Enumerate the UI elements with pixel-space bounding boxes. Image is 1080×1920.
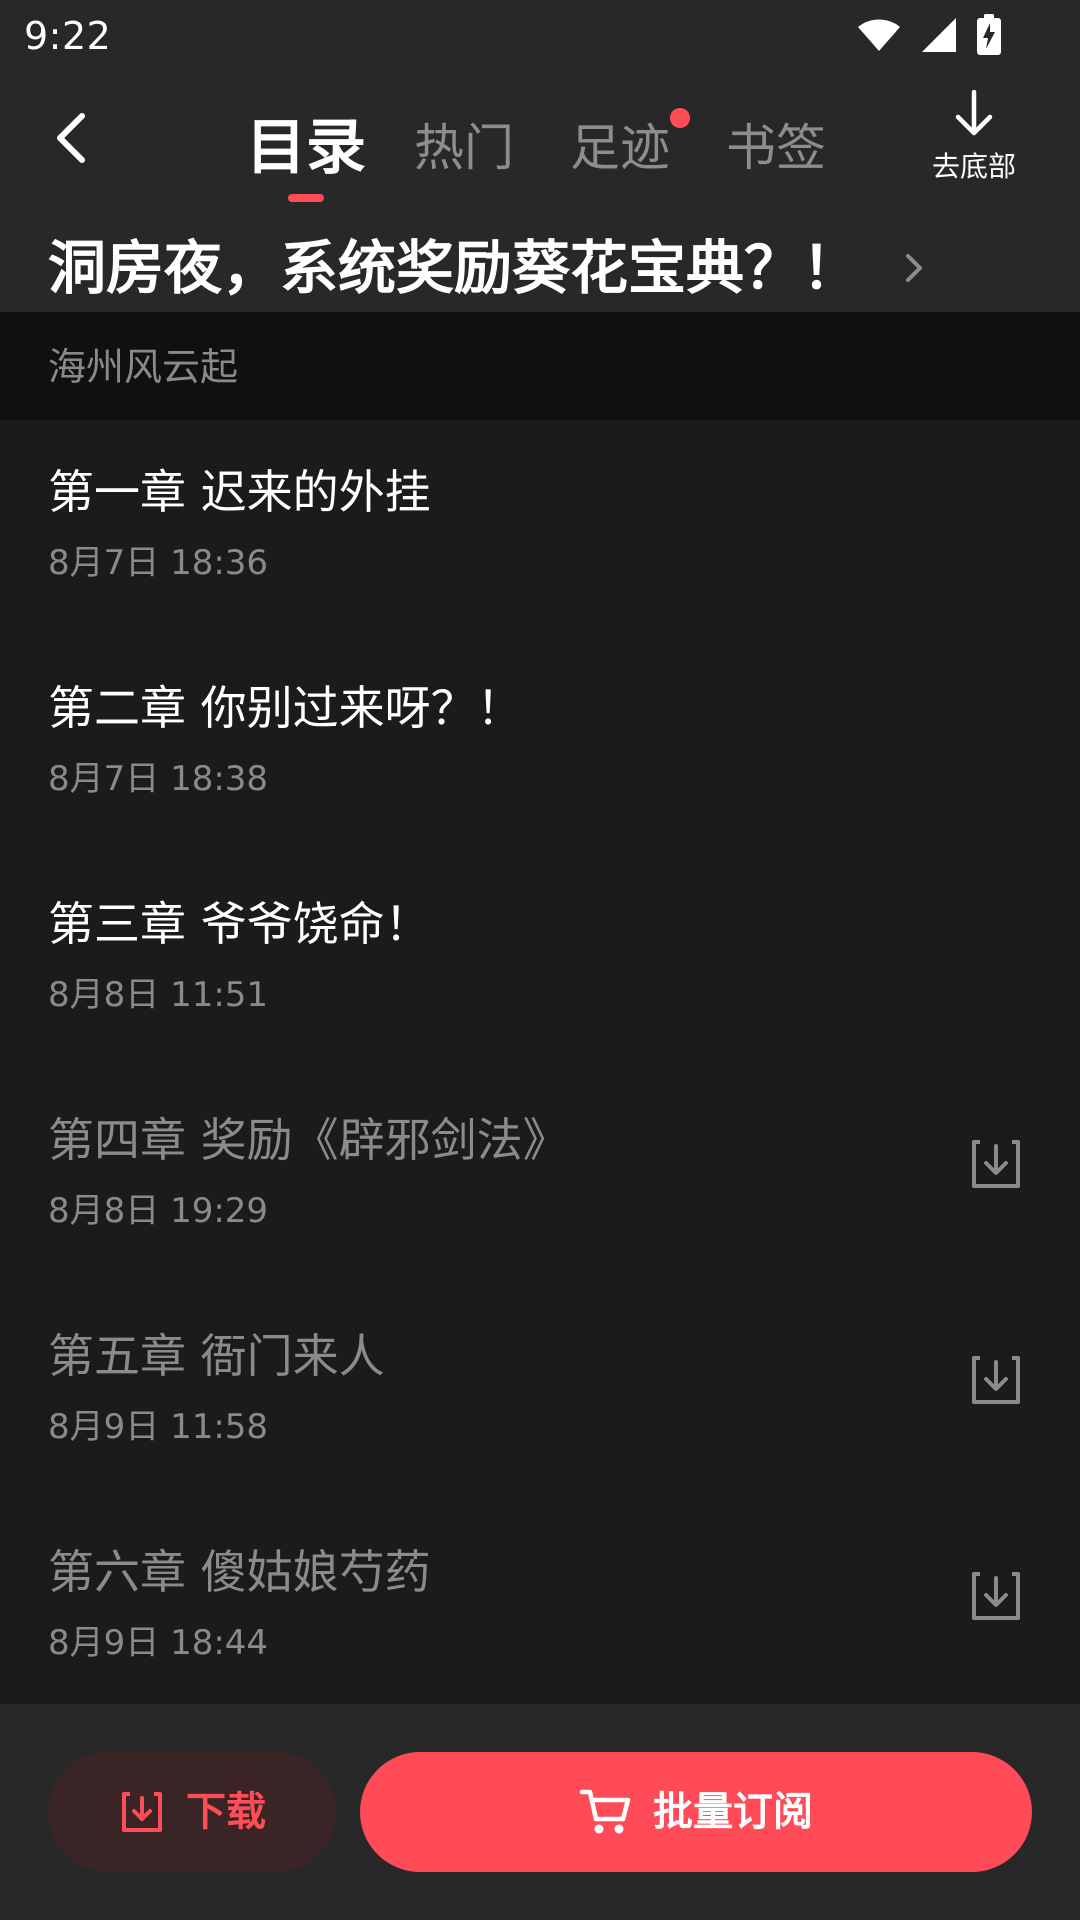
bottom-action-bar: 下载 批量订阅 — [0, 1704, 1080, 1920]
tab-catalog[interactable]: 目录 — [246, 98, 366, 198]
book-title: 洞房夜，系统奖励葵花宝典？！ — [48, 234, 861, 302]
chevron-right-icon — [906, 254, 922, 282]
download-chapter-icon[interactable] — [966, 1566, 1026, 1626]
back-button[interactable] — [36, 104, 104, 172]
status-time: 9:22 — [24, 14, 112, 58]
chapter-title: 第三章 爷爷饶命！ — [48, 897, 431, 951]
chapter-time: 8月9日 11:58 — [48, 1407, 269, 1447]
chapter-time: 8月7日 18:36 — [48, 543, 269, 583]
chapter-title: 第二章 你别过来呀？！ — [48, 681, 523, 735]
download-label: 下载 — [186, 1789, 266, 1835]
download-icon — [122, 1792, 162, 1832]
tab-history[interactable]: 足迹 — [570, 98, 670, 198]
chapter-item[interactable]: 第五章 衙门来人 8月9日 11:58 — [0, 1284, 1080, 1500]
chapter-catalog-screen: 9:22 目录 热门 足迹 书签 去底部 洞房夜，系统奖励葵花宝典？！ 海州风云… — [0, 0, 1080, 1920]
chapter-time: 8月8日 19:29 — [48, 1191, 269, 1231]
status-icons — [856, 14, 1002, 56]
wifi-icon — [858, 19, 900, 51]
chevron-left-icon — [57, 113, 85, 163]
chapter-time: 8月8日 11:51 — [48, 975, 269, 1015]
chapter-item[interactable]: 第三章 爷爷饶命！ 8月8日 11:51 — [0, 852, 1080, 1068]
batch-subscribe-button[interactable]: 批量订阅 — [360, 1752, 1032, 1872]
go-to-bottom-button[interactable]: 去底部 — [912, 90, 1036, 190]
go-to-bottom-label: 去底部 — [931, 150, 1016, 183]
book-title-row[interactable]: 洞房夜，系统奖励葵花宝典？！ — [0, 230, 1080, 312]
active-tab-indicator — [288, 194, 324, 202]
notification-dot — [670, 108, 690, 128]
tab-hot[interactable]: 热门 — [414, 98, 514, 198]
chapter-time: 8月7日 18:38 — [48, 759, 269, 799]
chapter-item[interactable]: 第二章 你别过来呀？！ 8月7日 18:38 — [0, 636, 1080, 852]
volume-header: 海州风云起 — [0, 312, 1080, 420]
batch-subscribe-label: 批量订阅 — [653, 1789, 813, 1835]
download-chapter-icon[interactable] — [966, 1350, 1026, 1410]
chapter-title: 第六章 傻姑娘芍药 — [48, 1545, 431, 1599]
chapter-title: 第四章 奖励《辟邪剑法》 — [48, 1113, 569, 1167]
status-bar: 9:22 — [0, 0, 1080, 72]
chapter-title: 第五章 衙门来人 — [48, 1329, 385, 1383]
download-button[interactable]: 下载 — [48, 1752, 336, 1872]
chapter-item[interactable]: 第一章 迟来的外挂 8月7日 18:36 — [0, 420, 1080, 636]
header-nav: 目录 热门 足迹 书签 去底部 — [0, 90, 1080, 202]
chapter-title: 第一章 迟来的外挂 — [48, 465, 431, 519]
tab-bar: 目录 热门 足迹 书签 — [246, 98, 846, 202]
chapter-item[interactable]: 第四章 奖励《辟邪剑法》 8月8日 19:29 — [0, 1068, 1080, 1284]
volume-title: 海州风云起 — [48, 345, 239, 389]
chapter-time: 8月9日 18:44 — [48, 1623, 269, 1663]
tab-bookmarks[interactable]: 书签 — [726, 98, 826, 198]
chapter-item[interactable]: 第六章 傻姑娘芍药 8月9日 18:44 — [0, 1500, 1080, 1704]
cart-icon — [579, 1789, 631, 1834]
battery-charging-icon — [977, 14, 1001, 55]
top-bar: 9:22 目录 热门 足迹 书签 去底部 洞房夜，系统奖励葵花宝典？！ — [0, 0, 1080, 312]
chapter-list: 第一章 迟来的外挂 8月7日 18:36 第二章 你别过来呀？！ 8月7日 18… — [0, 420, 1080, 1704]
download-chapter-icon[interactable] — [966, 1134, 1026, 1194]
signal-icon — [922, 18, 956, 52]
arrow-down-icon — [955, 90, 993, 136]
